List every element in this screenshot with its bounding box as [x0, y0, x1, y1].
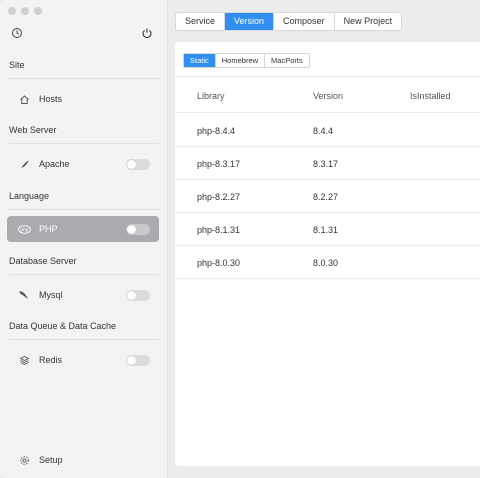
- maximize-window-button[interactable]: [34, 7, 42, 15]
- table-row[interactable]: php-8.4.4 8.4.4: [175, 114, 480, 147]
- subtab-static[interactable]: Static: [184, 54, 216, 67]
- table-row[interactable]: php-8.0.30 8.0.30: [175, 246, 480, 279]
- column-header-version[interactable]: Version: [313, 91, 343, 101]
- version-cell: 8.2.27: [313, 192, 339, 202]
- group-title-database-server: Database Server: [9, 256, 77, 266]
- mysql-toggle[interactable]: [126, 290, 150, 301]
- minimize-window-button[interactable]: [21, 7, 29, 15]
- group-title-web-server: Web Server: [9, 125, 57, 135]
- sidebar-item-apache[interactable]: Apache: [7, 151, 159, 177]
- gear-icon: [17, 453, 31, 467]
- power-icon[interactable]: [141, 27, 155, 41]
- subtab-macports[interactable]: MacPorts: [265, 54, 309, 67]
- library-cell: php-8.4.4: [197, 126, 236, 136]
- sidebar-item-hosts[interactable]: Hosts: [7, 86, 159, 112]
- table-row[interactable]: php-8.2.27 8.2.27: [175, 180, 480, 213]
- home-icon: [17, 92, 31, 106]
- redis-toggle[interactable]: [126, 355, 150, 366]
- sidebar-item-mysql[interactable]: Mysql: [7, 282, 159, 308]
- library-cell: php-8.2.27: [197, 192, 241, 202]
- sidebar-item-label: Mysql: [39, 290, 63, 300]
- version-cell: 8.1.31: [313, 225, 339, 235]
- divider: [9, 78, 159, 79]
- divider: [9, 209, 159, 210]
- version-cell: 8.3.17: [313, 159, 339, 169]
- sidebar-item-label: PHP: [39, 224, 58, 234]
- dolphin-icon: [17, 288, 31, 302]
- sidebar-item-setup[interactable]: Setup: [7, 447, 159, 473]
- feather-icon: [17, 157, 31, 171]
- main-tabs: Service Version Composer New Project: [175, 12, 403, 31]
- apache-toggle[interactable]: [126, 159, 150, 170]
- sidebar-item-label: Hosts: [39, 94, 63, 104]
- group-title-language: Language: [9, 191, 50, 201]
- sidebar-item-php[interactable]: php PHP: [7, 216, 159, 242]
- group-title-data-queue-cache: Data Queue & Data Cache: [9, 321, 117, 331]
- library-cell: php-8.3.17: [197, 159, 241, 169]
- php-icon: php: [17, 222, 31, 236]
- divider: [9, 339, 159, 340]
- library-cell: php-8.0.30: [197, 258, 241, 268]
- sidebar-item-label: Redis: [39, 355, 63, 365]
- group-title-site: Site: [9, 60, 25, 70]
- tab-composer[interactable]: Composer: [274, 13, 335, 30]
- tab-service[interactable]: Service: [176, 13, 226, 30]
- source-tabs: Static Homebrew MacPorts: [183, 53, 310, 68]
- sidebar: Site Hosts Web Server Apache Language ph…: [0, 0, 168, 478]
- sidebar-item-redis[interactable]: Redis: [7, 347, 159, 373]
- php-toggle[interactable]: [126, 224, 150, 235]
- tab-version[interactable]: Version: [225, 13, 275, 30]
- column-header-isinstalled[interactable]: IsInstalled: [410, 91, 451, 101]
- divider: [9, 143, 159, 144]
- app-window: Site Hosts Web Server Apache Language ph…: [0, 0, 480, 478]
- svg-text:php: php: [20, 227, 28, 233]
- close-window-button[interactable]: [8, 7, 16, 15]
- tab-new-project[interactable]: New Project: [335, 13, 402, 30]
- table-header: Library Version IsInstalled: [175, 77, 480, 113]
- version-cell: 8.4.4: [313, 126, 334, 136]
- history-icon[interactable]: [11, 27, 25, 41]
- version-panel: Static Homebrew MacPorts Library Version…: [175, 42, 480, 466]
- stack-icon: [17, 353, 31, 367]
- sidebar-item-label: Setup: [39, 455, 63, 465]
- version-cell: 8.0.30: [313, 258, 339, 268]
- column-header-library[interactable]: Library: [197, 91, 225, 101]
- table-row[interactable]: php-8.1.31 8.1.31: [175, 213, 480, 246]
- table-row[interactable]: php-8.3.17 8.3.17: [175, 147, 480, 180]
- library-cell: php-8.1.31: [197, 225, 241, 235]
- window-controls: [8, 7, 42, 15]
- subtab-homebrew[interactable]: Homebrew: [216, 54, 266, 67]
- divider: [9, 274, 159, 275]
- sidebar-item-label: Apache: [39, 159, 70, 169]
